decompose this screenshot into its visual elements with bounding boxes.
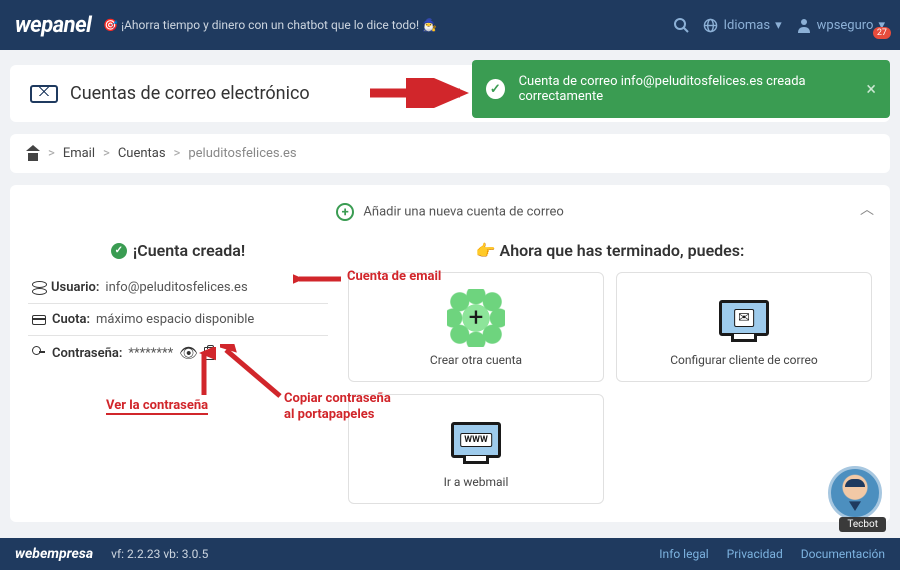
quota-label: Cuota:	[52, 312, 90, 327]
footer-docs-link[interactable]: Documentación	[801, 547, 885, 561]
breadcrumb-sep: >	[174, 146, 181, 161]
breadcrumb-sep: >	[48, 146, 55, 161]
main-card: + Añadir una nueva cuenta de correo ︿ ✓ …	[10, 185, 890, 522]
logo: wepanel	[15, 13, 91, 38]
breadcrumb: > Email > Cuentas > peluditosfelices.es	[10, 134, 890, 173]
plus-icon: +	[336, 203, 354, 221]
create-another-card[interactable]: Crear otra cuenta	[348, 272, 604, 382]
plus-flower-icon	[452, 294, 500, 342]
toast-text: Cuenta de correo info@peluditosfelices.e…	[519, 74, 867, 104]
go-webmail-card[interactable]: WWW Ir a webmail	[348, 394, 604, 504]
user-menu[interactable]: wpseguro ▾ 27	[796, 17, 885, 33]
go-webmail-label: Ir a webmail	[444, 475, 509, 489]
check-icon: ✓	[486, 79, 505, 99]
monitor-www-icon: WWW	[451, 422, 501, 458]
home-icon[interactable]	[26, 147, 40, 161]
success-toast: ✓ Cuenta de correo info@peluditosfelices…	[472, 60, 890, 118]
clipboard-icon[interactable]	[204, 347, 215, 360]
breadcrumb-accounts[interactable]: Cuentas	[118, 146, 166, 161]
page-title: Cuentas de correo electrónico	[70, 83, 310, 104]
notification-badge: 27	[873, 27, 891, 39]
user-value: info@peluditosfelices.es	[105, 280, 247, 295]
breadcrumb-current: peluditosfelices.es	[188, 146, 296, 161]
footer-version: vf: 2.2.23 vb: 3.0.5	[111, 547, 208, 561]
check-icon: ✓	[111, 243, 127, 259]
chevron-down-icon: ▾	[775, 18, 782, 33]
user-label: wpseguro	[817, 18, 874, 33]
search-icon[interactable]	[673, 17, 689, 33]
breadcrumb-sep: >	[103, 146, 110, 161]
breadcrumb-email[interactable]: Email	[63, 146, 95, 161]
close-icon[interactable]: ×	[866, 79, 876, 100]
password-row: Contraseña: ******** 👁	[28, 336, 328, 370]
footer-legal-link[interactable]: Info legal	[659, 547, 708, 561]
footer-brand: webempresa	[15, 546, 93, 562]
card-icon	[32, 315, 46, 325]
top-header: wepanel 🎯 ¡Ahorra tiempo y dinero con un…	[0, 0, 900, 50]
language-label: Idiomas	[723, 18, 770, 33]
key-icon	[32, 346, 46, 360]
next-steps-heading: 👉 Ahora que has terminado, puedes:	[348, 241, 872, 260]
password-value: ********	[128, 346, 173, 361]
chatbot-avatar[interactable]	[828, 466, 882, 520]
configure-client-card[interactable]: ✉ Configurar cliente de correo	[616, 272, 872, 382]
account-created-panel: ✓ ¡Cuenta creada! Usuario: info@peludito…	[28, 241, 328, 504]
create-another-label: Crear otra cuenta	[430, 353, 522, 367]
configure-client-label: Configurar cliente de correo	[670, 353, 818, 367]
chatbot-label: Tecbot	[839, 517, 886, 532]
promo-text[interactable]: 🎯 ¡Ahorra tiempo y dinero con un chatbot…	[103, 18, 437, 32]
user-label: Usuario:	[51, 280, 99, 295]
chevron-up-icon[interactable]: ︿	[860, 199, 874, 219]
add-account-label: Añadir una nueva cuenta de correo	[363, 204, 563, 219]
footer-privacy-link[interactable]: Privacidad	[727, 547, 783, 561]
eye-icon[interactable]: 👁	[179, 344, 198, 362]
password-label: Contraseña:	[52, 346, 122, 361]
next-steps-panel: 👉 Ahora que has terminado, puedes: Crear…	[348, 241, 872, 504]
account-created-heading: ✓ ¡Cuenta creada!	[28, 241, 328, 260]
envelope-icon	[30, 85, 58, 103]
database-icon	[32, 281, 45, 294]
language-selector[interactable]: Idiomas ▾	[703, 18, 781, 33]
quota-row: Cuota: máximo espacio disponible	[28, 304, 328, 336]
quota-value: máximo espacio disponible	[96, 312, 254, 327]
add-account-row[interactable]: + Añadir una nueva cuenta de correo	[28, 197, 872, 235]
monitor-mail-icon: ✉	[719, 300, 769, 336]
user-row: Usuario: info@peluditosfelices.es	[28, 272, 328, 304]
footer: webempresa vf: 2.2.23 vb: 3.0.5 Info leg…	[0, 538, 900, 570]
